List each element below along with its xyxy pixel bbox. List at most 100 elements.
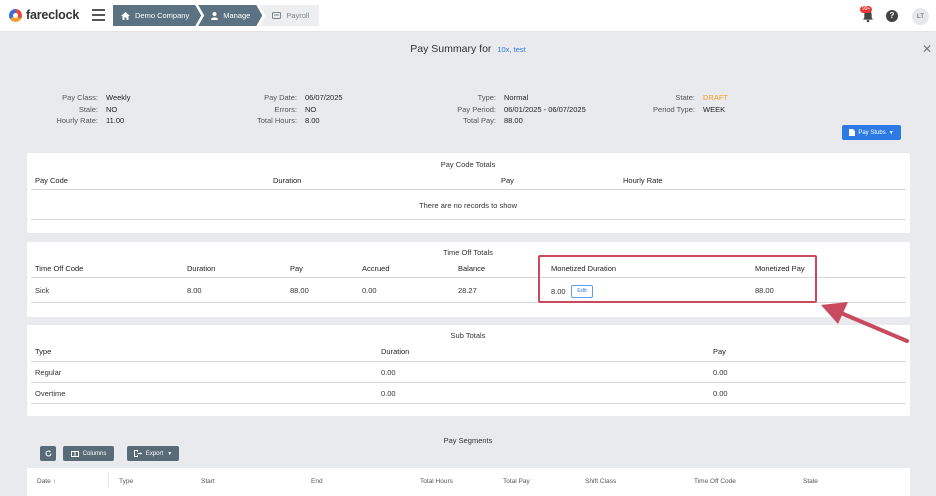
stale-value: NO [106,104,118,114]
breadcrumb: Demo Company Manage Payroll [113,5,320,26]
column-header[interactable]: Stale [803,478,818,485]
total-hours-value: 8.00 [305,116,320,125]
pay-code-totals-title: Pay Code Totals [440,160,496,169]
breadcrumb-label: Demo Company [135,11,190,20]
page-title-text: Pay Summary for [410,43,492,55]
state-label: State: [675,93,695,102]
export-label: Export [145,450,164,457]
app-name: fareclock [26,8,80,22]
document-icon [849,129,856,136]
subtotal-type: Regular [35,368,62,377]
highlight-box [538,255,817,303]
subtotal-duration: 0.00 [381,389,396,398]
column-header[interactable]: Type [35,347,51,356]
divider [31,382,906,383]
breadcrumb-manage[interactable]: Manage [198,5,262,26]
home-icon [121,12,130,20]
period-type-value: WEEK [703,104,726,114]
columns-button[interactable]: Columns [63,446,114,461]
annotation-arrow-icon [821,302,909,343]
errors-label: Errors: [274,104,298,114]
user-icon [211,12,218,20]
column-header[interactable]: Pay Code [35,176,68,185]
fareclock-logo-icon [9,8,22,22]
divider [31,189,906,190]
sub-totals-title: Sub Totals [450,331,486,340]
pay-segments-table [27,468,910,496]
column-header[interactable]: Duration [187,264,215,273]
pay-stubs-label: Pay Stubs [858,129,886,136]
column-header[interactable]: Balance [458,264,485,273]
columns-label: Columns [82,450,107,457]
column-header[interactable]: Time Off Code [694,478,736,485]
pay-date-value: 06/07/2025 [305,93,343,102]
subtotal-pay: 0.00 [713,389,728,398]
time-off-accrued: 0.00 [362,286,377,295]
column-header-label: Date [37,478,51,485]
pay-stubs-button[interactable]: Pay Stubs ▼ [842,125,901,140]
errors-value: NO [305,104,317,114]
column-header[interactable]: Shift Class [585,478,616,485]
column-header[interactable]: Pay [713,347,726,356]
pay-class-value: Weekly [106,93,131,102]
app-logo[interactable]: fareclock [9,8,79,22]
type-label: Type: [477,93,496,102]
column-header[interactable]: End [311,478,323,485]
employee-link[interactable]: 10x, test [497,45,525,54]
pay-period-value: 06/01/2025 - 06/07/2025 [504,104,586,114]
pay-date-label: Pay Date: [264,93,297,102]
column-header[interactable]: Total Pay [503,478,530,485]
total-pay-label: Total Pay: [463,116,496,125]
divider [31,219,906,220]
column-header[interactable]: Duration [273,176,301,185]
time-off-balance: 28.27 [458,286,477,295]
subtotal-duration: 0.00 [381,368,396,377]
stale-label: Stale: [78,104,98,114]
page-title: Pay Summary for 10x, test [0,43,936,55]
period-type-label: Period Type: [653,104,695,114]
state-value: DRAFT [703,93,728,102]
breadcrumb-label: Manage [223,11,251,20]
divider [31,403,906,404]
help-icon[interactable]: ? [886,10,898,22]
total-hours-label: Total Hours: [256,116,297,125]
total-pay-value: 88.00 [504,116,523,125]
payroll-icon [272,12,282,19]
column-header[interactable]: Start [201,478,215,485]
time-off-code: Sick [35,286,50,295]
subtotal-pay: 0.00 [713,368,728,377]
caret-down-icon: ▼ [167,450,173,457]
column-header-date[interactable]: Date ↑ [37,478,56,485]
pay-segments-title: Pay Segments [443,436,493,445]
export-button[interactable]: Export ▼ [127,446,179,461]
column-header[interactable]: Total Hours [420,478,453,485]
subtotal-type: Overtime [35,389,66,398]
time-off-pay: 88.00 [290,286,309,295]
breadcrumb-payroll[interactable]: Payroll [259,5,320,26]
breadcrumb-label: Payroll [286,11,310,20]
time-off-duration: 8.00 [187,286,202,295]
pay-period-label: Pay Period: [457,104,496,114]
divider [31,361,906,362]
column-header[interactable]: Pay [290,264,303,273]
refresh-button[interactable] [40,446,56,461]
avatar[interactable]: LT [912,8,929,25]
notification-badge: 99+ [860,6,873,13]
column-header[interactable]: Type [119,478,133,485]
column-header[interactable]: Pay [501,176,514,185]
caret-down-icon: ▼ [888,129,894,136]
top-bar: fareclock Demo Company Manage Payroll 99… [0,0,936,32]
empty-message: There are no records to show [419,201,517,210]
type-value: Normal [504,93,529,102]
breadcrumb-company[interactable]: Demo Company [113,5,201,26]
column-header[interactable]: Time Off Code [35,264,83,273]
column-header[interactable]: Duration [381,347,409,356]
close-icon[interactable]: ✕ [922,42,932,56]
refresh-icon [45,450,51,457]
column-header[interactable]: Hourly Rate [623,176,663,185]
column-header[interactable]: Accrued [362,264,390,273]
columns-icon [70,450,79,457]
sort-asc-icon: ↑ [52,478,56,485]
export-icon [133,450,142,457]
menu-icon[interactable] [92,9,105,21]
